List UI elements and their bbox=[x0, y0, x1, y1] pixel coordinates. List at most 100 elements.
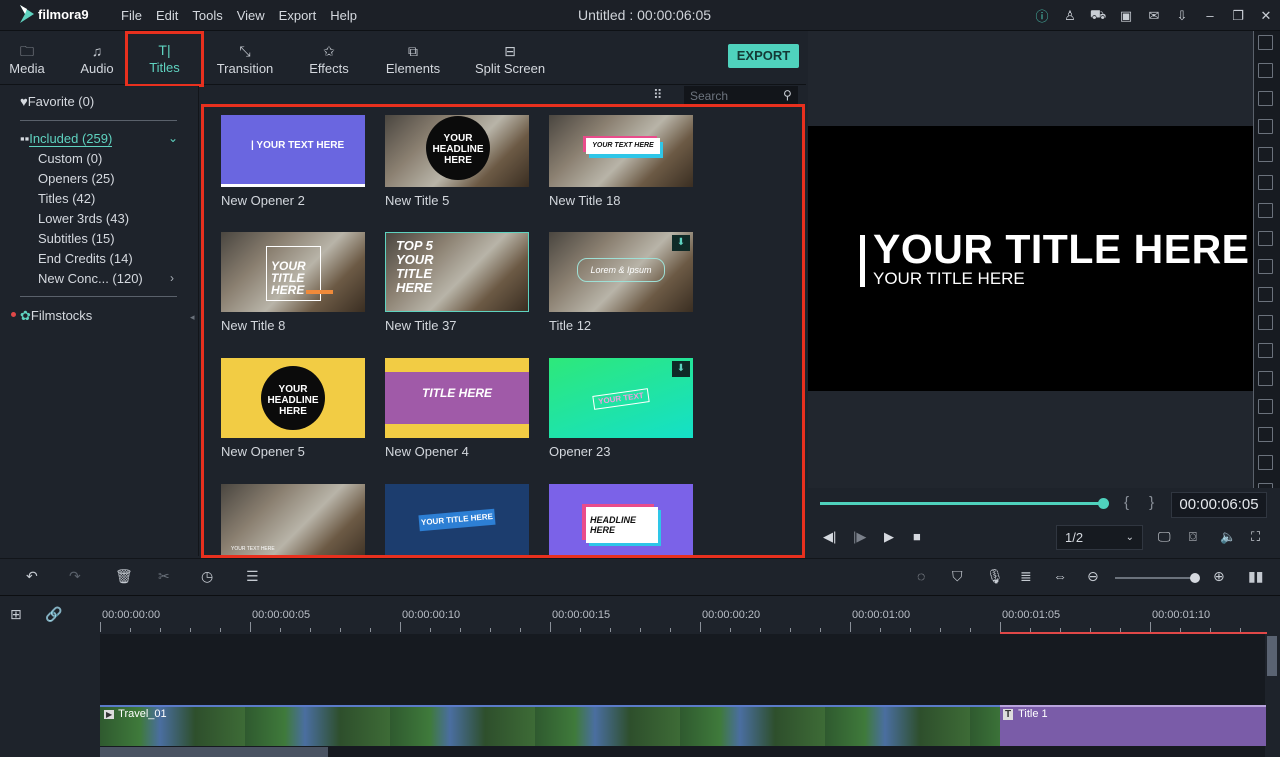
info-icon[interactable]: ⓘ bbox=[1028, 6, 1056, 25]
render-preview-icon[interactable]: ◌ bbox=[917, 568, 925, 584]
sidebar-item-titles[interactable]: Titles (42) bbox=[38, 191, 95, 206]
ruler-tick bbox=[760, 628, 761, 632]
title-card[interactable]: YOUR TEXT HERE bbox=[221, 484, 365, 555]
cut-icon[interactable]: ✂ bbox=[158, 568, 170, 585]
sidebar-item-new-concepts[interactable]: New Conc... (120) bbox=[38, 271, 143, 286]
tab-elements[interactable]: ⧉ Elements bbox=[384, 31, 442, 85]
menu-help[interactable]: Help bbox=[323, 0, 364, 31]
download-icon[interactable]: ⬇ bbox=[672, 235, 690, 251]
sidebar-item-favorite[interactable]: ♥Favorite (0) bbox=[20, 94, 94, 109]
sidebar-item-end-credits[interactable]: End Credits (14) bbox=[38, 251, 133, 266]
fullscreen-icon[interactable]: ⛶ bbox=[1251, 529, 1260, 545]
sidebar-item-openers[interactable]: Openers (25) bbox=[38, 171, 115, 186]
title-card[interactable]: | YOUR TEXT HERE New Opener 2 bbox=[221, 115, 365, 208]
ruler-tick bbox=[580, 628, 581, 632]
delete-icon[interactable]: 🗑 bbox=[115, 568, 133, 585]
menu-file[interactable]: File bbox=[114, 0, 149, 31]
chevron-right-icon[interactable]: › bbox=[170, 271, 174, 285]
panel-layout-icon[interactable]: ▮▮ bbox=[1248, 568, 1263, 585]
chevron-down-icon[interactable]: ⌄ bbox=[168, 131, 178, 145]
menu-edit[interactable]: Edit bbox=[149, 0, 185, 31]
title-card[interactable]: YOUR TITLE HERE bbox=[385, 484, 529, 555]
preview-quality-select[interactable]: 1/2 ⌄ bbox=[1056, 525, 1143, 550]
speed-icon[interactable]: ◷ bbox=[201, 568, 213, 585]
prev-frame-icon[interactable]: ◀| bbox=[823, 529, 836, 545]
tab-transition[interactable]: ⤡ Transition bbox=[214, 31, 276, 85]
menu-view[interactable]: View bbox=[230, 0, 272, 31]
sidebar-item-custom[interactable]: Custom (0) bbox=[38, 151, 102, 166]
title-card[interactable]: TOP 5 YOUR TITLE HERE New Title 37 bbox=[385, 232, 529, 333]
stop-icon[interactable]: ■ bbox=[913, 529, 921, 544]
zoom-out-icon[interactable]: ⊖ bbox=[1087, 568, 1099, 585]
title-card[interactable]: YOUR HEADLINE HERE New Opener 5 bbox=[221, 358, 365, 459]
menu-export[interactable]: Export bbox=[272, 0, 324, 31]
zoom-in-icon[interactable]: ⊕ bbox=[1213, 568, 1225, 585]
search-input[interactable]: Search bbox=[684, 86, 798, 106]
title-card[interactable]: YOUR HEADLINE HERE New Title 5 bbox=[385, 115, 529, 208]
tab-media[interactable]: 🗀 Media bbox=[8, 31, 46, 85]
redo-icon[interactable]: ↷ bbox=[69, 568, 81, 585]
close-icon[interactable]: ✕ bbox=[1252, 8, 1280, 24]
undo-icon[interactable]: ↶ bbox=[26, 568, 38, 585]
marker-icon[interactable]: ⛉ bbox=[952, 568, 963, 585]
filmstrip-frame bbox=[1258, 63, 1273, 78]
filmstrip-frame bbox=[1258, 203, 1273, 218]
ruler-tick bbox=[520, 628, 521, 632]
collapse-sidebar-icon[interactable]: ◂ bbox=[190, 312, 195, 323]
menu-tools[interactable]: Tools bbox=[185, 0, 229, 31]
title-card[interactable]: Lorem & Ipsum ⬇ Title 12 bbox=[549, 232, 693, 333]
tab-split-screen[interactable]: ⊟ Split Screen bbox=[474, 31, 546, 85]
title-card[interactable]: TITLE HERE New Opener 4 bbox=[385, 358, 529, 459]
app-name: filmora9 bbox=[38, 6, 89, 22]
save-icon[interactable]: ▣ bbox=[1112, 8, 1140, 24]
sidebar-item-included[interactable]: ▪▪Included (259) bbox=[20, 131, 113, 147]
cart-icon[interactable]: ⛟ bbox=[1084, 7, 1112, 25]
render-settings-icon[interactable]: 🖵 bbox=[1158, 529, 1171, 545]
title-card[interactable]: HEADLINE HERE bbox=[549, 484, 693, 555]
progress-handle[interactable] bbox=[1098, 498, 1109, 509]
video-clip[interactable] bbox=[100, 705, 1000, 746]
link-icon[interactable]: 🔗 bbox=[45, 606, 62, 623]
thumbnail: YOUR HEADLINE HERE bbox=[221, 358, 365, 438]
title-card[interactable]: YOUR TEXT HERE New Title 18 bbox=[549, 115, 693, 208]
tab-audio[interactable]: ♫ Audio bbox=[78, 31, 116, 85]
ruler-tick bbox=[820, 628, 821, 632]
download-icon[interactable]: ⇩ bbox=[1168, 8, 1196, 24]
ruler-tick bbox=[910, 628, 911, 632]
restore-icon[interactable]: ❐ bbox=[1224, 8, 1252, 24]
minimize-icon[interactable]: – bbox=[1196, 8, 1224, 23]
tab-titles[interactable]: T| Titles bbox=[125, 31, 204, 87]
mark-in-out-buttons[interactable]: { } bbox=[1124, 494, 1162, 511]
volume-icon[interactable]: 🔈 bbox=[1220, 529, 1236, 545]
title-name: Title 12 bbox=[549, 318, 592, 333]
fit-timeline-icon[interactable]: ⇔ bbox=[1053, 568, 1067, 584]
tab-effects[interactable]: ✩ Effects bbox=[306, 31, 352, 85]
account-icon[interactable]: ♙ bbox=[1056, 8, 1084, 24]
audio-mixer-icon[interactable]: ≣ bbox=[1020, 568, 1032, 585]
timeline-zoom-slider[interactable] bbox=[1115, 577, 1195, 579]
microphone-icon[interactable]: 🎙 bbox=[986, 568, 1004, 585]
sidebar-item-subtitles[interactable]: Subtitles (15) bbox=[38, 231, 115, 246]
export-button[interactable]: EXPORT bbox=[728, 44, 799, 68]
next-frame-icon[interactable]: |▶ bbox=[853, 529, 866, 545]
title-card[interactable]: YOUR TITLE HERE New Title 8 bbox=[221, 232, 365, 333]
ruler-label: 00:00:00:20 bbox=[702, 609, 761, 621]
grid-view-icon[interactable]: ⠿ bbox=[653, 87, 663, 103]
video-clip-label: ▶ Travel_01 bbox=[104, 708, 167, 720]
play-icon[interactable]: ▶ bbox=[884, 529, 894, 545]
ruler-tick bbox=[1000, 622, 1001, 632]
horizontal-scrollbar[interactable] bbox=[100, 747, 328, 757]
search-icon[interactable]: ⚲ bbox=[783, 88, 792, 102]
mail-icon[interactable]: ✉ bbox=[1140, 8, 1168, 24]
adjust-icon[interactable]: ☰ bbox=[246, 568, 259, 585]
snapshot-icon[interactable]: ⌼ bbox=[1189, 529, 1197, 545]
vertical-scrollbar[interactable] bbox=[1267, 636, 1277, 676]
ruler-tick bbox=[640, 628, 641, 632]
add-track-icon[interactable]: ⊞ bbox=[10, 606, 22, 623]
sidebar-item-lower-3rds[interactable]: Lower 3rds (43) bbox=[38, 211, 129, 226]
timeline-zoom-handle[interactable] bbox=[1190, 573, 1200, 583]
title-card[interactable]: YOUR TEXT ⬇ Opener 23 bbox=[549, 358, 693, 459]
sidebar-item-filmstocks[interactable]: ✿Filmstocks bbox=[20, 308, 92, 324]
thumbnail: YOUR TITLE HERE bbox=[385, 484, 529, 555]
download-icon[interactable]: ⬇ bbox=[672, 361, 690, 377]
